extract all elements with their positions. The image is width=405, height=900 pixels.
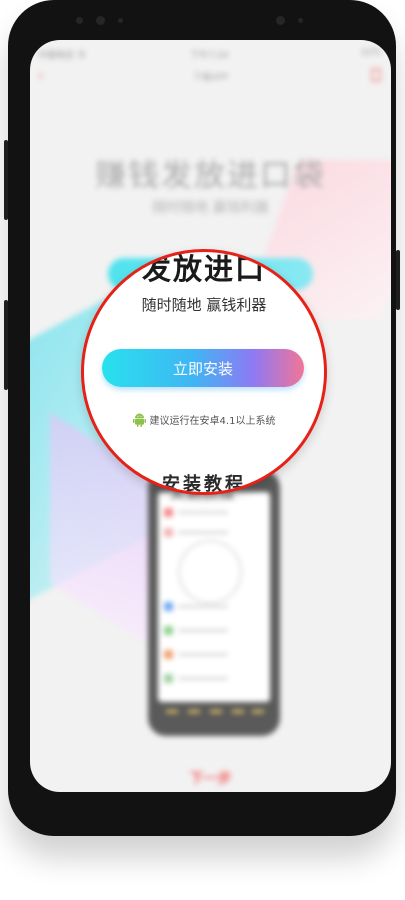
system-requirement-text: 建议运行在安卓4.1以上系统	[149, 416, 276, 427]
android-icon	[132, 413, 146, 427]
phone-side-button-left-lower	[4, 300, 8, 390]
list-item	[164, 600, 264, 614]
share-icon[interactable]	[371, 68, 381, 82]
dialog-circle	[178, 540, 242, 604]
magnifier-callout: 发放进口 随时随地 赢钱利器 立即安装 建议运行在安卓4.1以上系统 安装教程	[81, 249, 327, 495]
status-bar: 中国电信 令 下午7:24 22%	[30, 48, 391, 64]
phone-sensor-dot	[76, 17, 83, 24]
list-item	[164, 506, 264, 520]
tutorial-phone-illustration	[148, 470, 280, 736]
list-item	[164, 624, 264, 638]
phone-front-camera-dot	[276, 16, 285, 25]
list-item	[164, 672, 264, 686]
phone-sensor-dot-right	[298, 18, 303, 23]
hero-subtitle: 随时随地 赢钱利器	[152, 200, 269, 216]
nav-title: 下载APP	[192, 73, 228, 83]
status-battery: 22%	[360, 48, 381, 58]
magnified-tutorial-title: 安装教程	[162, 474, 246, 495]
magnified-hero-title: 发放进口	[141, 252, 266, 286]
tutorial-phone-screen	[158, 492, 270, 702]
status-carrier: 中国电信 令	[38, 51, 86, 61]
install-now-button[interactable]: 立即安装	[102, 349, 304, 387]
phone-speaker-dot	[118, 18, 123, 23]
nav-bar: ‹ 下载APP	[30, 68, 391, 92]
magnified-subtitle: 随时随地 赢钱利器	[141, 296, 267, 314]
hero-title: 赚钱发放进口袋	[95, 158, 326, 194]
next-step-button[interactable]: 下一步	[30, 768, 391, 788]
phone-camera-dot	[96, 16, 105, 25]
phone-side-button-right	[396, 250, 400, 310]
system-requirement-note: 建议运行在安卓4.1以上系统	[84, 412, 324, 427]
phone-side-button-left	[4, 140, 8, 220]
list-item	[164, 526, 264, 540]
status-time: 下午7:24	[190, 51, 229, 61]
tutorial-phone-dock	[158, 702, 270, 724]
list-item	[164, 648, 264, 662]
